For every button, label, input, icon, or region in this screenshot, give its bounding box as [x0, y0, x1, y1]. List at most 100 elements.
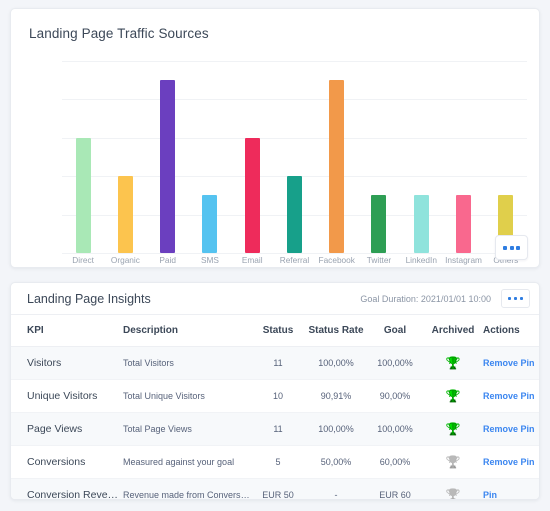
kebab-menu-icon [513, 296, 518, 301]
table-header-row: KPI Description Status Status Rate Goal … [11, 315, 539, 347]
x-axis-tick-label: SMS [200, 255, 219, 265]
insights-menu-button[interactable] [501, 289, 530, 308]
cell-status-rate: 50,00% [320, 457, 352, 467]
insights-table: KPI Description Status Status Rate Goal … [11, 315, 539, 500]
bar-slot [442, 61, 484, 253]
cell-goal: 100,00% [377, 424, 413, 434]
x-axis-tick-label: Direct [72, 255, 94, 265]
cell-status-rate: 90,91% [320, 391, 352, 401]
cell-status: 11 [273, 358, 283, 368]
cell-kpi: Conversion Revenue [27, 489, 123, 500]
cell-goal: 100,00% [377, 358, 413, 368]
cell-archived: 🏆 [423, 479, 483, 500]
chart-bar[interactable] [286, 176, 302, 253]
insights-title: Landing Page Insights [27, 291, 151, 306]
x-axis-tick-label: Paid [159, 255, 176, 265]
cell-kpi: Conversions [27, 456, 86, 468]
cell-goal: 60,00% [379, 457, 411, 467]
cell-goal: 90,00% [379, 391, 411, 401]
column-header-archived[interactable]: Archived [423, 315, 483, 347]
cell-status: 5 [275, 457, 281, 467]
cell-status: 10 [272, 391, 283, 401]
bar-slot [358, 61, 400, 253]
cell-actions: Remove Pin [483, 380, 539, 413]
cell-status-rate: - [334, 490, 338, 500]
trophy-icon: 🏆 [445, 488, 461, 500]
bar-slot [316, 61, 358, 253]
x-axis-tick-label: Organic [110, 255, 140, 265]
column-header-goal[interactable]: Goal [367, 315, 423, 347]
cell-description: Revenue made from Conversions [123, 490, 251, 500]
cell-actions: Pin [483, 479, 539, 499]
chart-bar[interactable] [413, 195, 429, 253]
cell-description: Total Unique Visitors [123, 391, 205, 401]
chart-bars [62, 61, 527, 253]
table-row: Conversions Measured against your goal 5 50… [11, 446, 539, 479]
bar-chart: 01020304050 DirectOrganicPaidSMSEmailRef… [11, 61, 550, 266]
column-header-status-rate[interactable]: Status Rate [305, 315, 367, 347]
column-header-status[interactable]: Status [251, 315, 305, 347]
chart-bar[interactable] [117, 176, 133, 253]
bar-slot [400, 61, 442, 253]
chart-bar[interactable] [371, 195, 387, 253]
trophy-icon: 🏆 [445, 455, 461, 469]
landing-page-insights-card: Landing Page Insights Goal Duration: 202… [10, 282, 540, 500]
cell-description: Total Page Views [123, 424, 192, 434]
bar-slot [273, 61, 315, 253]
cell-archived: 🏆 [423, 413, 483, 446]
kebab-menu-icon [509, 245, 514, 250]
chart-bar[interactable] [75, 137, 91, 253]
cell-kpi: Page Views [27, 423, 83, 435]
table-row: Conversion Revenue Revenue made from Conv… [11, 478, 539, 500]
cell-archived: 🏆 [423, 347, 483, 380]
cell-kpi: Unique Visitors [27, 390, 98, 402]
insights-header: Landing Page Insights Goal Duration: 202… [11, 283, 539, 315]
cell-archived: 🏆 [423, 446, 483, 479]
x-axis-tick-label: LinkedIn [405, 255, 437, 265]
x-axis-tick-label: Email [241, 255, 263, 265]
chart-title: Landing Page Traffic Sources [29, 26, 209, 41]
x-axis-tick-label: Twitter [366, 255, 392, 265]
cell-description: Measured against your goal [123, 457, 235, 467]
gridline [62, 253, 527, 254]
bar-slot [62, 61, 104, 253]
table-row: Page Views Total Page Views 11 100,00% 100,0… [11, 412, 539, 446]
cell-status: EUR 50 [262, 490, 294, 500]
kebab-menu-icon [516, 245, 520, 250]
cell-status-rate: 100,00% [318, 424, 354, 434]
cell-actions: Remove Pin [483, 347, 539, 380]
kebab-menu-icon [507, 296, 512, 301]
pin-link[interactable]: Pin [483, 490, 497, 499]
remove-pin-link[interactable]: Remove Pin [483, 457, 535, 467]
chart-bar[interactable] [456, 195, 472, 253]
remove-pin-link[interactable]: Remove Pin [483, 424, 535, 434]
remove-pin-link[interactable]: Remove Pin [483, 358, 535, 368]
remove-pin-link[interactable]: Remove Pin [483, 391, 535, 401]
insights-table-body: Visitors Total Visitors 11 100,00% 100,00% 🏆 R… [11, 346, 539, 500]
cell-actions: Remove Pin [483, 413, 539, 446]
trophy-icon: 🏆 [445, 356, 461, 370]
kebab-menu-icon [519, 296, 524, 301]
bar-slot [189, 61, 231, 253]
bar-slot [104, 61, 146, 253]
traffic-sources-card: Landing Page Traffic Sources 01020304050… [10, 8, 540, 268]
chart-bar[interactable] [329, 80, 345, 253]
chart-bar[interactable] [160, 80, 176, 253]
cell-description: Total Visitors [123, 358, 174, 368]
chart-bar[interactable] [202, 195, 218, 253]
chart-bar[interactable] [244, 137, 260, 253]
chart-menu-button[interactable] [495, 235, 528, 260]
column-header-actions[interactable]: Actions [483, 315, 539, 347]
chart-x-axis: Direct Organic Paid SMS Email Referral Faceboo… [62, 255, 527, 265]
x-axis-tick-label: Referral [279, 255, 310, 265]
cell-actions: Remove Pin [483, 446, 539, 479]
cell-status-rate: 100,00% [318, 358, 354, 368]
bar-slot [485, 61, 527, 253]
trophy-icon: 🏆 [445, 422, 461, 436]
table-row: Visitors Total Visitors 11 100,00% 100,00% 🏆 R… [11, 346, 539, 380]
x-axis-tick-label: Facebook [318, 255, 355, 265]
column-header-description[interactable]: Description [123, 315, 251, 347]
column-header-kpi[interactable]: KPI [11, 315, 123, 347]
kebab-menu-icon [503, 245, 507, 250]
goal-duration-label: Goal Duration: 2021/01/01 10:00 [360, 293, 491, 304]
